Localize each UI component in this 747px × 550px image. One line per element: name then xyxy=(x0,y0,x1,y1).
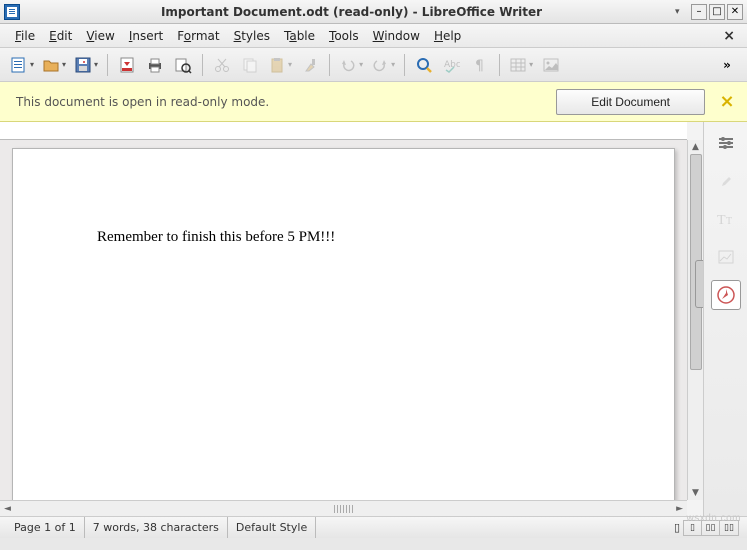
separator xyxy=(107,54,108,76)
page: Remember to finish this before 5 PM!!! xyxy=(12,148,675,500)
document-canvas[interactable]: Remember to finish this before 5 PM!!! xyxy=(0,140,687,500)
menu-window[interactable]: Window xyxy=(366,26,427,46)
toolbar-overflow-button[interactable]: » xyxy=(714,52,740,78)
book-view-icon[interactable]: ▯ xyxy=(671,521,683,534)
menubar: File Edit View Insert Format Styles Tabl… xyxy=(0,24,747,48)
menu-styles[interactable]: Styles xyxy=(227,26,277,46)
edit-document-button[interactable]: Edit Document xyxy=(556,89,705,115)
dropdown-icon: ▾ xyxy=(359,60,363,69)
right-sidebar: TT xyxy=(703,122,747,516)
svg-text:T: T xyxy=(717,213,726,227)
app-icon xyxy=(4,4,20,20)
maximize-button[interactable]: □ xyxy=(709,4,725,20)
separator xyxy=(499,54,500,76)
menu-file[interactable]: File xyxy=(8,26,42,46)
dropdown-icon: ▾ xyxy=(62,60,66,69)
document-body-text: Remember to finish this before 5 PM!!! xyxy=(13,149,674,326)
menu-insert[interactable]: Insert xyxy=(122,26,170,46)
new-document-button[interactable]: ▾ xyxy=(7,52,37,78)
menu-view[interactable]: View xyxy=(79,26,121,46)
insert-table-button[interactable]: ▾ xyxy=(506,52,536,78)
menu-table[interactable]: Table xyxy=(277,26,322,46)
scroll-right-icon[interactable]: ► xyxy=(676,504,683,514)
infobar-message: This document is open in read-only mode. xyxy=(10,95,269,109)
paste-button[interactable]: ▾ xyxy=(265,52,295,78)
dropdown-icon: ▾ xyxy=(30,60,34,69)
dropdown-icon: ▾ xyxy=(529,60,533,69)
find-replace-button[interactable] xyxy=(411,52,437,78)
redo-button[interactable]: ▾ xyxy=(368,52,398,78)
scroll-grip-icon xyxy=(334,505,354,513)
formatting-marks-button[interactable]: ¶ xyxy=(467,52,493,78)
vertical-scrollbar[interactable]: ▲ ▼ xyxy=(687,140,703,500)
watermark: wsxdn.com xyxy=(686,513,741,524)
workspace: Remember to finish this before 5 PM!!! ▲… xyxy=(0,122,747,516)
format-paintbrush-button[interactable] xyxy=(297,52,323,78)
undo-button[interactable]: ▾ xyxy=(336,52,366,78)
export-pdf-button[interactable] xyxy=(114,52,140,78)
titlebar-menu-icon[interactable]: ▾ xyxy=(675,7,687,17)
svg-text:T: T xyxy=(726,216,732,227)
statusbar: Page 1 of 1 7 words, 38 characters Defau… xyxy=(0,516,747,538)
spellcheck-button[interactable]: Abc xyxy=(439,52,465,78)
document-area: Remember to finish this before 5 PM!!! ▲… xyxy=(0,122,703,516)
dropdown-icon: ▾ xyxy=(94,60,98,69)
close-window-button[interactable]: ✕ xyxy=(727,4,743,20)
copy-button[interactable] xyxy=(237,52,263,78)
horizontal-scrollbar[interactable]: ◄ ► xyxy=(0,500,687,516)
insert-image-button[interactable] xyxy=(538,52,564,78)
sidebar-styles-button[interactable]: TT xyxy=(711,204,741,234)
separator xyxy=(329,54,330,76)
window-title: Important Document.odt (read-only) - Lib… xyxy=(28,5,675,19)
status-wordcount[interactable]: 7 words, 38 characters xyxy=(85,517,228,538)
sidebar-navigator-button[interactable] xyxy=(711,280,741,310)
scroll-left-icon[interactable]: ◄ xyxy=(4,504,11,514)
window-titlebar: Important Document.odt (read-only) - Lib… xyxy=(0,0,747,24)
open-button[interactable]: ▾ xyxy=(39,52,69,78)
print-button[interactable] xyxy=(142,52,168,78)
sidebar-properties-button[interactable] xyxy=(711,166,741,196)
separator xyxy=(202,54,203,76)
minimize-button[interactable]: – xyxy=(691,4,707,20)
scroll-up-icon[interactable]: ▲ xyxy=(688,142,703,152)
menu-format[interactable]: Format xyxy=(170,26,226,46)
save-button[interactable]: ▾ xyxy=(71,52,101,78)
sidebar-settings-button[interactable] xyxy=(711,128,741,158)
print-preview-button[interactable] xyxy=(170,52,196,78)
menu-help[interactable]: Help xyxy=(427,26,468,46)
readonly-infobar: This document is open in read-only mode.… xyxy=(0,82,747,122)
scroll-down-icon[interactable]: ▼ xyxy=(688,488,703,498)
sidebar-collapse-handle[interactable] xyxy=(695,260,703,308)
menu-edit[interactable]: Edit xyxy=(42,26,79,46)
dismiss-infobar-button[interactable]: × xyxy=(717,91,737,112)
dropdown-icon: ▾ xyxy=(391,60,395,69)
menu-tools[interactable]: Tools xyxy=(322,26,366,46)
svg-text:¶: ¶ xyxy=(475,58,484,73)
main-toolbar: ▾ ▾ ▾ ▾ ▾ ▾ Abc xyxy=(0,48,747,82)
sidebar-gallery-button[interactable] xyxy=(711,242,741,272)
horizontal-ruler[interactable] xyxy=(0,122,687,140)
close-document-button[interactable]: × xyxy=(719,28,739,44)
status-style[interactable]: Default Style xyxy=(228,517,316,538)
status-page[interactable]: Page 1 of 1 xyxy=(6,517,85,538)
separator xyxy=(404,54,405,76)
cut-button[interactable] xyxy=(209,52,235,78)
dropdown-icon: ▾ xyxy=(288,60,292,69)
